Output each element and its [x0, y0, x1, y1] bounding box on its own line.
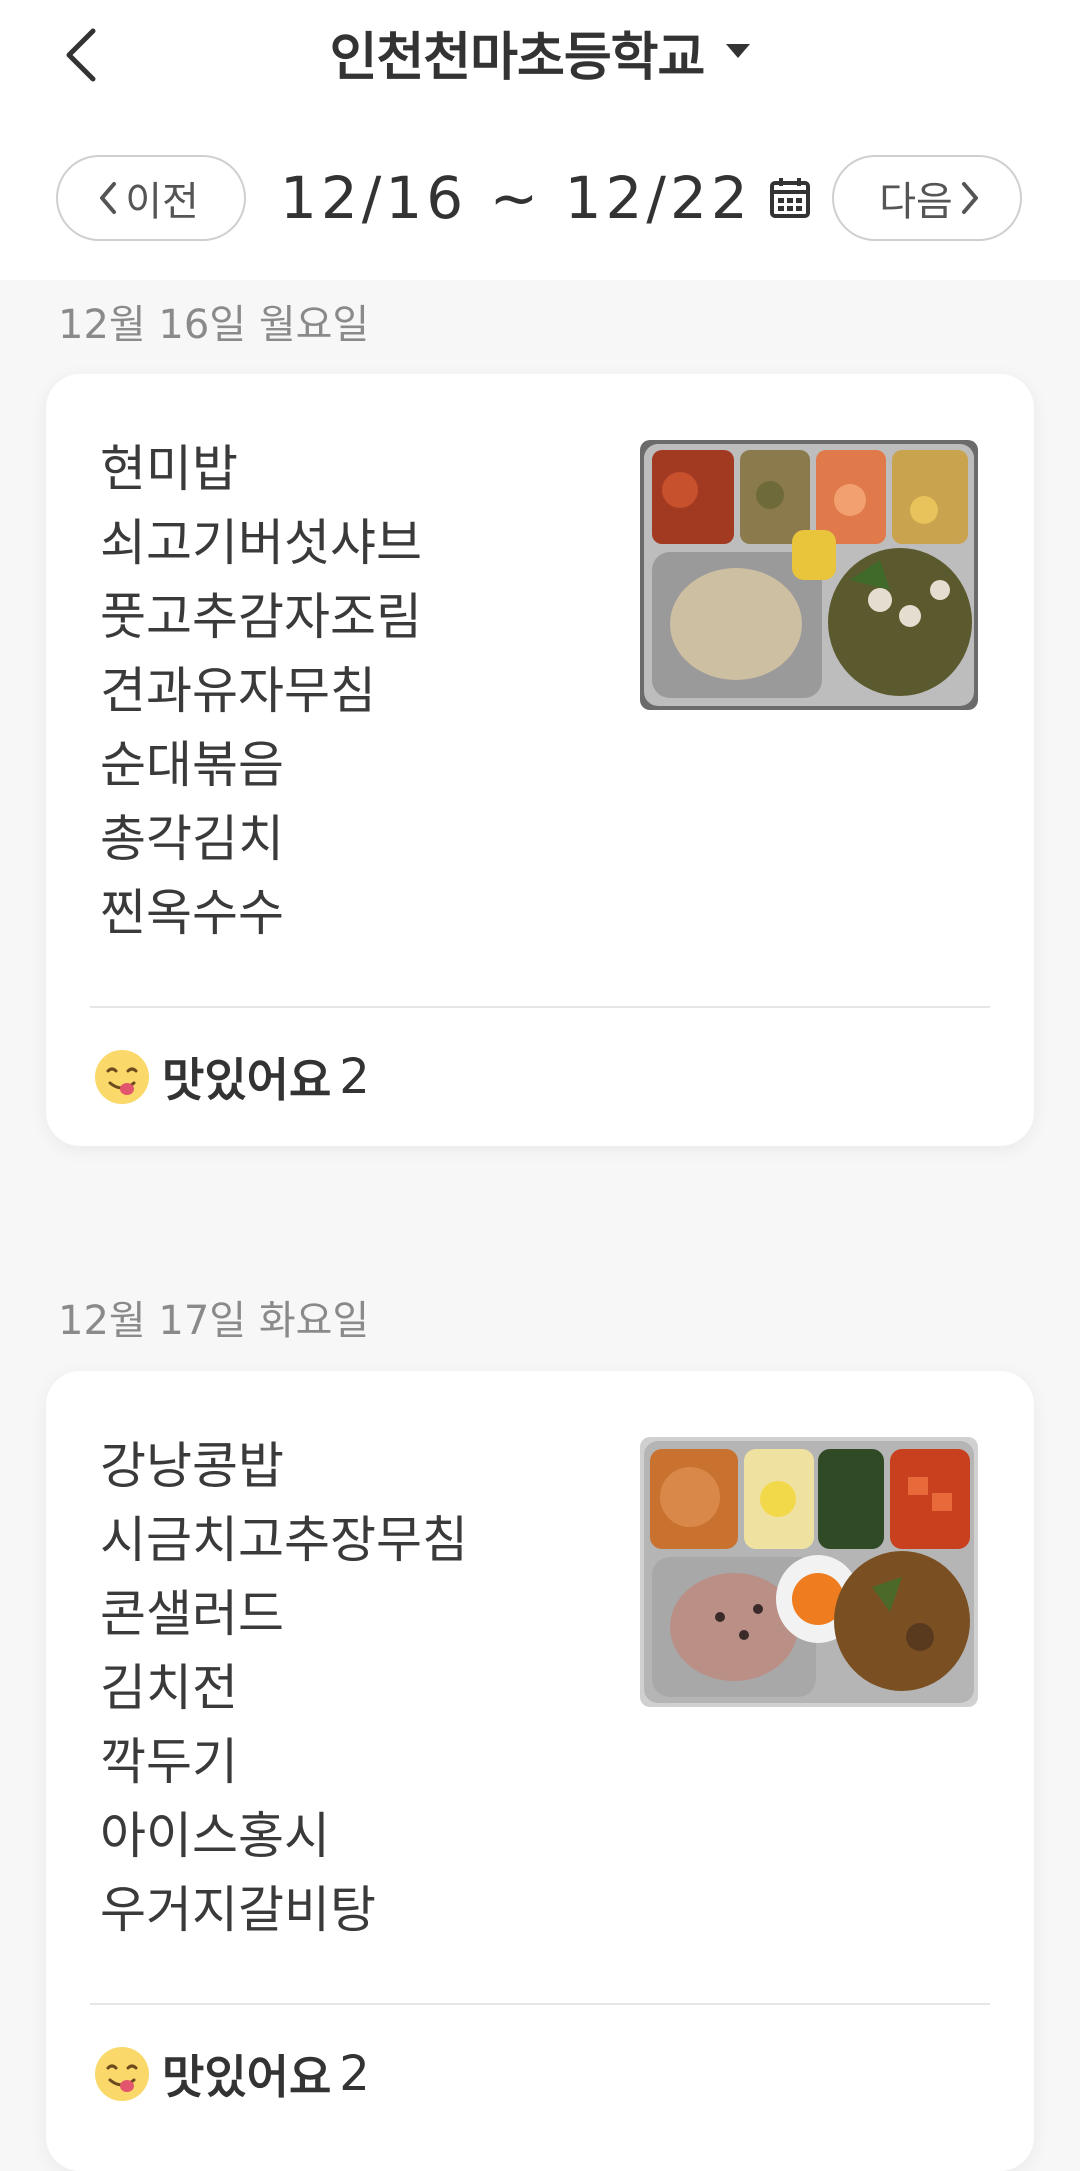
previous-week-button[interactable]: 이전: [56, 155, 246, 241]
menu-item: 강낭콩밥: [100, 1437, 284, 1495]
reaction-label: 맛있어요: [162, 1053, 332, 1107]
previous-week-label: 이전: [125, 179, 199, 225]
menu-item: 쇠고기버섯샤브: [100, 514, 422, 572]
date-range-picker[interactable]: 12/16 ~ 12/22: [280, 155, 812, 241]
caret-down-icon: [726, 44, 751, 58]
menu-item: 콘샐러드: [100, 1585, 284, 1643]
meal-photo[interactable]: [640, 1437, 978, 1707]
reaction-button[interactable]: 맛있어요 2: [94, 2041, 370, 2107]
calendar-icon: [769, 178, 810, 218]
menu-item: 견과유자무침: [100, 662, 376, 720]
reaction-count: 2: [339, 2046, 370, 2102]
date-range-text: 12/16 ~ 12/22: [280, 164, 752, 232]
school-selector[interactable]: 인천천마초등학교: [0, 12, 1080, 92]
reaction-label: 맛있어요: [162, 2050, 332, 2104]
next-week-button[interactable]: 다음: [832, 155, 1022, 241]
menu-list: 현미밥 쇠고기버섯샤브 풋고추감자조림 견과유자무침 순대볶음 총각김치 찐옥수…: [100, 432, 422, 950]
day-date-label: 12월 16일 월요일: [58, 302, 370, 348]
divider: [90, 1006, 990, 1008]
menu-item: 깍두기: [100, 1733, 238, 1791]
next-week-label: 다음: [879, 179, 953, 225]
chevron-left-icon: [100, 182, 117, 214]
menu-item: 아이스홍시: [100, 1807, 330, 1865]
divider: [90, 2003, 990, 2005]
meal-tray-image: [640, 1437, 978, 1707]
page-title: 인천천마초등학교: [329, 27, 706, 88]
day-date-label: 12월 17일 화요일: [58, 1298, 370, 1344]
menu-item: 찐옥수수: [100, 884, 284, 942]
menu-list: 강낭콩밥 시금치고추장무침 콘샐러드 김치전 깍두기 아이스홍시 우거지갈비탕: [100, 1429, 468, 1947]
menu-item: 시금치고추장무침: [100, 1511, 468, 1569]
menu-item: 풋고추감자조림: [100, 588, 422, 646]
menu-item: 우거지갈비탕: [100, 1881, 376, 1939]
reaction-button[interactable]: 맛있어요 2: [94, 1044, 370, 1110]
menu-item: 순대볶음: [100, 736, 284, 794]
meal-card[interactable]: 강낭콩밥 시금치고추장무침 콘샐러드 김치전 깍두기 아이스홍시 우거지갈비탕: [46, 1371, 1034, 2171]
meal-tray-image: [640, 440, 978, 710]
menu-item: 현미밥: [100, 440, 238, 498]
meal-card[interactable]: 현미밥 쇠고기버섯샤브 풋고추감자조림 견과유자무침 순대볶음 총각김치 찐옥수…: [46, 374, 1034, 1146]
yummy-face-icon: [95, 1050, 149, 1104]
date-navigation: 이전 12/16 ~ 12/22 다음: [0, 155, 1080, 245]
meal-photo[interactable]: [640, 440, 978, 710]
yummy-face-icon: [95, 2047, 149, 2101]
chevron-right-icon: [961, 182, 978, 214]
menu-item: 김치전: [100, 1659, 238, 1717]
top-header: 인천천마초등학교 이전 12/16 ~ 12/22 다음: [0, 0, 1080, 280]
reaction-count: 2: [339, 1049, 370, 1105]
menu-item: 총각김치: [100, 810, 284, 868]
